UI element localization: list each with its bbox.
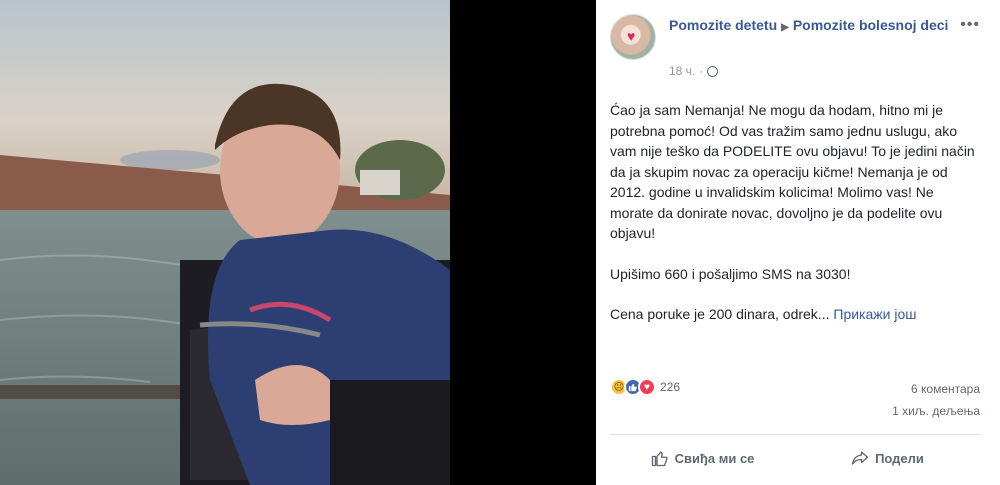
photo-backdrop <box>450 0 596 485</box>
post-time-link[interactable]: 18 ч. <box>669 64 695 78</box>
comments-count[interactable]: 6 коментара <box>911 382 980 396</box>
post-stats: ☹ ♥ 226 6 коментара 1 хиљ. дељења <box>610 376 980 420</box>
post-actions: Свиђа ми се Подели <box>610 440 980 476</box>
divider <box>610 434 980 435</box>
reactions-summary[interactable]: ☹ ♥ 226 <box>610 378 680 396</box>
page-name-link[interactable]: Pomozite detetu <box>669 17 777 33</box>
more-options-icon[interactable]: ••• <box>960 16 980 34</box>
dot-separator: · <box>699 64 704 78</box>
truncated-text: Cena poruke je 200 dinara, odrek... <box>610 306 830 322</box>
globe-icon[interactable] <box>707 65 719 77</box>
arrow-right-icon: ▶ <box>781 22 789 33</box>
share-button-label: Подели <box>875 450 924 466</box>
page-avatar[interactable]: ♥ <box>610 14 656 60</box>
share-button[interactable]: Подели <box>795 440 980 476</box>
post-author-line: Pomozite detetu ▶ Pomozite bolesnoj deci <box>669 14 959 39</box>
love-reaction-icon: ♥ <box>638 378 656 396</box>
thumbs-up-icon <box>651 451 668 467</box>
post-text: Ćao ja sam Nemanja! Ne mogu da hodam, hi… <box>610 100 980 345</box>
see-more-link[interactable]: Прикажи још <box>833 306 916 322</box>
reaction-count[interactable]: 226 <box>660 380 680 394</box>
post-paragraph: Upišimo 660 i pošaljimo SMS na 3030! <box>610 265 851 282</box>
post-header: ♥ Pomozite detetu ▶ Pomozite bolesnoj deci… <box>610 12 990 82</box>
photo-image <box>0 0 450 485</box>
post-paragraph: Ćao ja sam Nemanja! Ne mogu da hodam, hi… <box>610 102 975 241</box>
like-button-label: Свиђа ми се <box>674 450 755 466</box>
post-side-panel: ♥ Pomozite detetu ▶ Pomozite bolesnoj deci… <box>596 0 1000 485</box>
heart-icon: ♥ <box>627 28 636 44</box>
like-button[interactable]: Свиђа ми се <box>610 440 795 476</box>
post-meta: 18 ч. · <box>669 64 719 78</box>
shares-count[interactable]: 1 хиљ. дељења <box>892 404 980 418</box>
post-photo[interactable] <box>0 0 450 485</box>
share-arrow-icon <box>851 451 869 465</box>
target-name-link[interactable]: Pomozite bolesnoj deci <box>793 17 949 33</box>
post-paragraph-truncated: Cena poruke je 200 dinara, odrek... Прик… <box>610 304 980 325</box>
